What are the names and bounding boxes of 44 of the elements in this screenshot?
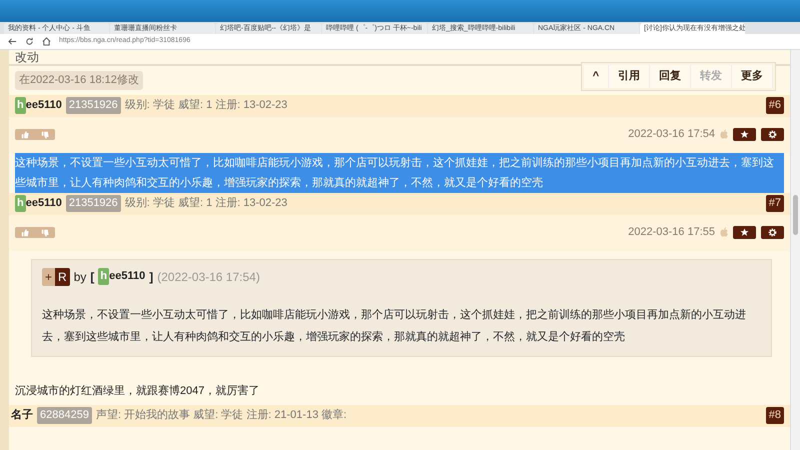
quote-time: (2022-03-16 17:54) [157, 268, 260, 286]
floor-number: #6 [766, 97, 784, 114]
settings-button[interactable] [761, 128, 784, 141]
username[interactable]: 名子 [11, 407, 33, 424]
refresh-icon[interactable] [25, 37, 34, 46]
by-label: by [74, 268, 86, 286]
action-button[interactable]: 回复 [650, 65, 691, 88]
action-button[interactable]: 更多 [732, 65, 773, 88]
settings-button[interactable] [761, 226, 784, 239]
vertical-scrollbar[interactable] [790, 50, 800, 450]
bracket: ] [149, 268, 154, 286]
user-id: 21351926 [66, 195, 121, 212]
user-id: 62884259 [37, 407, 92, 424]
post-text: 改动 [15, 50, 39, 64]
back-icon[interactable] [8, 37, 17, 46]
avatar-letter: h [98, 268, 110, 285]
username[interactable]: ee5110 [109, 268, 146, 285]
gear-icon [768, 130, 777, 139]
quote-text: 这种场景，不设置一些小互动太可惜了，比如咖啡店能玩小游戏，那个店可以玩射击，这个抓娃娃，把之前训练的那些小项目再加点新的小互动进去，塞到这些城市里，让人有种肉鸽和交互的小乐趣，增强玩家的探索，那就真的就超神了，不然，就又是个好看的空壳 [42, 308, 747, 344]
username[interactable]: ee5110 [26, 97, 62, 114]
reply-badge: R [55, 268, 70, 286]
action-button[interactable]: ^ [584, 65, 609, 88]
avatar-letter: h [15, 195, 26, 212]
star-icon [740, 130, 749, 139]
post-text: 沉浸城市的灯红酒绿里，就跟赛博2047，就厉害了 [14, 384, 260, 398]
user-info: 级别: 学徒 威望: 1 注册: 13-02-23 [124, 196, 288, 212]
expand-button[interactable]: + [42, 268, 56, 286]
user-id: 21351926 [66, 97, 121, 114]
favorite-button[interactable] [733, 128, 756, 141]
gear-icon [768, 228, 777, 237]
favorite-button[interactable] [733, 226, 756, 239]
post-time: 2022-03-16 17:55 [628, 225, 715, 240]
edit-note: 在2022-03-16 18:12修改 [15, 71, 143, 90]
username[interactable]: ee5110 [26, 195, 62, 212]
action-button[interactable]: 引用 [609, 65, 650, 88]
bracket: [ [90, 268, 94, 286]
post-time: 2022-03-16 17:54 [628, 127, 715, 142]
home-icon[interactable] [42, 37, 51, 46]
star-icon [740, 228, 749, 237]
user-info: 声望: 开始我的故事 威望: 学徒 注册: 21-01-13 徽章: [96, 408, 347, 424]
floor-number: #8 [766, 407, 784, 424]
floor-number: #7 [766, 195, 784, 212]
user-info: 级别: 学徒 威望: 1 注册: 13-02-23 [124, 98, 288, 114]
avatar-letter: h [15, 97, 26, 114]
